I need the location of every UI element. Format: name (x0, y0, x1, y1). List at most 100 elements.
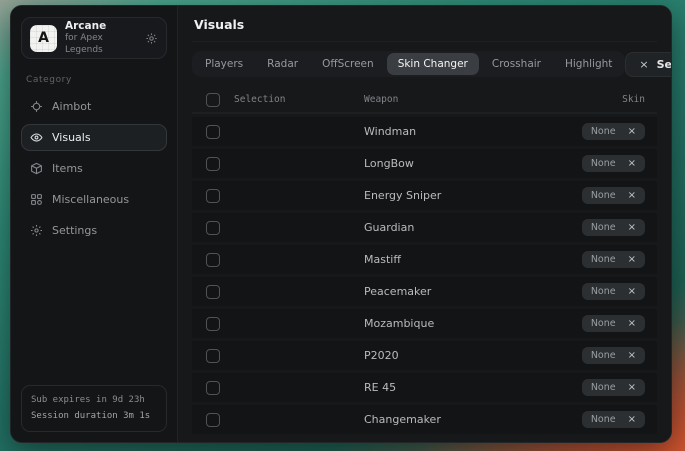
search-button-label: Search (657, 58, 672, 71)
skin-value: None (591, 414, 616, 425)
clear-skin-icon[interactable]: × (628, 319, 636, 329)
skin-value: None (591, 350, 616, 361)
row-checkbox[interactable] (206, 413, 220, 427)
box-icon (30, 162, 43, 175)
table-row[interactable]: Energy Sniper None × (192, 181, 657, 210)
clear-skin-icon[interactable]: × (628, 159, 636, 169)
app-header-card: A Arcane for Apex Legends (21, 17, 167, 59)
gear-icon (30, 224, 43, 237)
app-subtitle: for Apex Legends (65, 33, 137, 56)
tab-skin-changer[interactable]: Skin Changer (387, 53, 479, 75)
grid-icon (30, 193, 43, 206)
table-row[interactable]: Guardian None × (192, 213, 657, 242)
main-titlebar: Visuals (192, 6, 657, 42)
row-checkbox[interactable] (206, 317, 220, 331)
tab-radar[interactable]: Radar (256, 53, 309, 75)
table-row[interactable]: Mozambique None × (192, 309, 657, 338)
row-checkbox[interactable] (206, 253, 220, 267)
skin-tag[interactable]: None × (582, 379, 645, 396)
weapon-name: Mastiff (364, 253, 570, 266)
clear-skin-icon[interactable]: × (628, 287, 636, 297)
table-row[interactable]: Peacemaker None × (192, 277, 657, 306)
skin-tag[interactable]: None × (582, 187, 645, 204)
weapon-name: P2020 (364, 349, 570, 362)
sidebar-item-settings[interactable]: Settings (21, 217, 167, 244)
tab-players[interactable]: Players (194, 53, 254, 75)
sidebar-item-visuals[interactable]: Visuals (21, 124, 167, 151)
clear-skin-icon[interactable]: × (628, 415, 636, 425)
sub-expiry-text: Sub expires in 9d 23h (31, 393, 157, 408)
sidebar-item-miscellaneous[interactable]: Miscellaneous (21, 186, 167, 213)
row-checkbox[interactable] (206, 285, 220, 299)
skin-tag[interactable]: None × (582, 251, 645, 268)
session-duration-text: Session duration 3m 1s (31, 409, 157, 424)
toolbar: Players Radar OffScreen Skin Changer Cro… (192, 51, 657, 77)
tab-offscreen[interactable]: OffScreen (311, 53, 385, 75)
row-checkbox[interactable] (206, 349, 220, 363)
page-title: Visuals (194, 17, 655, 32)
clear-skin-icon[interactable]: × (628, 351, 636, 361)
skin-tag[interactable]: None × (582, 315, 645, 332)
app-window: A Arcane for Apex Legends Category (10, 5, 672, 443)
category-label: Category (26, 75, 167, 85)
row-checkbox[interactable] (206, 157, 220, 171)
column-header-weapon: Weapon (364, 94, 610, 105)
table-row[interactable]: RE 45 None × (192, 373, 657, 402)
header-gear-icon[interactable] (145, 32, 158, 45)
row-checkbox[interactable] (206, 221, 220, 235)
table-row[interactable]: Changemaker None × (192, 405, 657, 434)
sidebar-item-label: Items (52, 162, 83, 175)
table-row[interactable]: LongBow None × (192, 149, 657, 178)
sidebar: A Arcane for Apex Legends Category (11, 6, 178, 442)
sidebar-item-items[interactable]: Items (21, 155, 167, 182)
eye-icon (30, 131, 43, 144)
clear-skin-icon[interactable]: × (628, 127, 636, 137)
weapon-name: Windman (364, 125, 570, 138)
skin-tag[interactable]: None × (582, 123, 645, 140)
tab-crosshair[interactable]: Crosshair (481, 53, 552, 75)
weapon-name: RE 45 (364, 381, 570, 394)
skin-value: None (591, 190, 616, 201)
search-button[interactable]: × Search (625, 52, 672, 77)
skin-tag[interactable]: None × (582, 283, 645, 300)
tab-highlight[interactable]: Highlight (554, 53, 623, 75)
app-meta: Arcane for Apex Legends (65, 20, 137, 56)
app-logo: A (30, 25, 57, 52)
skin-tag[interactable]: None × (582, 411, 645, 428)
skin-tag[interactable]: None × (582, 155, 645, 172)
weapon-name: Energy Sniper (364, 189, 570, 202)
sidebar-item-label: Settings (52, 224, 97, 237)
skin-value: None (591, 318, 616, 329)
sidebar-item-label: Miscellaneous (52, 193, 129, 206)
skin-value: None (591, 382, 616, 393)
row-checkbox[interactable] (206, 125, 220, 139)
sidebar-item-label: Aimbot (52, 100, 91, 113)
column-header-selection: Selection (234, 94, 352, 105)
skin-value: None (591, 222, 616, 233)
table-row[interactable]: Mastiff None × (192, 245, 657, 274)
weapon-skin-table: Selection Weapon Skin Windman None × Lon… (192, 87, 657, 434)
tab-bar: Players Radar OffScreen Skin Changer Cro… (192, 51, 625, 77)
table-header: Selection Weapon Skin (192, 87, 657, 114)
row-checkbox[interactable] (206, 381, 220, 395)
skin-tag[interactable]: None × (582, 219, 645, 236)
subscription-info: Sub expires in 9d 23h Session duration 3… (21, 385, 167, 432)
main-panel: Visuals Players Radar OffScreen Skin Cha… (178, 6, 671, 442)
table-row[interactable]: Windman None × (192, 117, 657, 146)
clear-skin-icon[interactable]: × (628, 223, 636, 233)
skin-tag[interactable]: None × (582, 347, 645, 364)
table-row[interactable]: P2020 None × (192, 341, 657, 370)
row-checkbox[interactable] (206, 189, 220, 203)
sidebar-item-label: Visuals (52, 131, 91, 144)
clear-skin-icon[interactable]: × (628, 191, 636, 201)
weapon-name: Guardian (364, 221, 570, 234)
clear-skin-icon[interactable]: × (628, 255, 636, 265)
weapon-name: Changemaker (364, 413, 570, 426)
clear-skin-icon[interactable]: × (628, 383, 636, 393)
search-icon: × (639, 58, 648, 71)
skin-value: None (591, 254, 616, 265)
select-all-checkbox[interactable] (206, 93, 220, 107)
skin-value: None (591, 126, 616, 137)
sidebar-item-aimbot[interactable]: Aimbot (21, 93, 167, 120)
skin-value: None (591, 158, 616, 169)
